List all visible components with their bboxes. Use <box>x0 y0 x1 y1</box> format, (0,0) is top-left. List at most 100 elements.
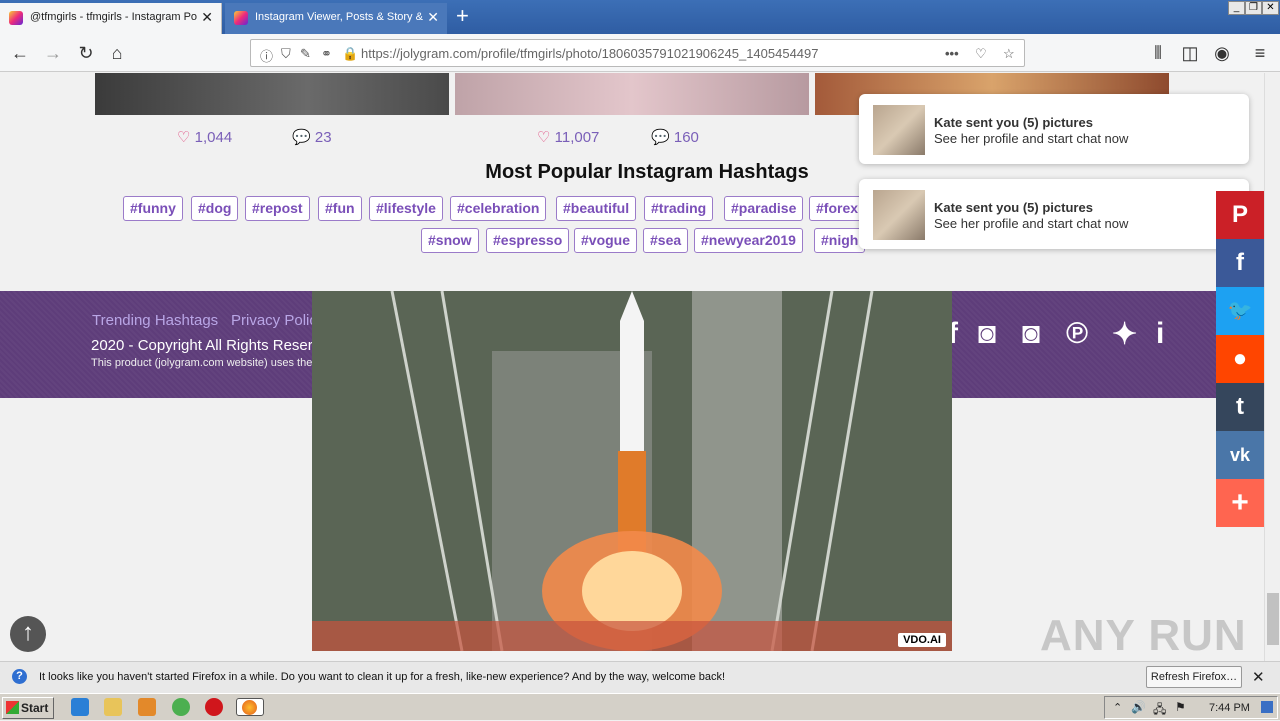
close-infobar-icon[interactable]: ✕ <box>1252 668 1265 686</box>
share-facebook-button[interactable]: f <box>1216 239 1264 287</box>
media-player-icon[interactable] <box>138 698 156 716</box>
system-tray: ⌃ 🔊 🖧 ⚑ 7:44 PM <box>1104 696 1278 719</box>
post-comments: 💬 160 <box>651 129 699 146</box>
windows-taskbar: Start ⌃ 🔊 🖧 ⚑ 7:44 PM <box>0 693 1280 720</box>
close-tab-icon[interactable]: ✕ <box>427 3 439 32</box>
scroll-to-top-button[interactable]: ↑ <box>10 616 46 652</box>
close-tab-icon[interactable]: ✕ <box>201 3 213 32</box>
notification-popup[interactable]: Kate sent you (5) pictures See her profi… <box>859 94 1249 164</box>
page-scrollbar[interactable] <box>1264 73 1280 661</box>
hashtag-link[interactable]: #lifestyle <box>369 196 443 221</box>
share-reddit-button[interactable]: ● <box>1216 335 1264 383</box>
trending-hashtags-link[interactable]: Trending Hashtags <box>92 312 218 329</box>
hashtag-link[interactable]: #repost <box>245 196 310 221</box>
rocket-launch-video-frame <box>312 291 952 651</box>
firefox-icon <box>242 700 257 715</box>
permissions-icon[interactable]: ✎ <box>300 46 311 62</box>
notification-avatar <box>873 190 925 240</box>
minimize-button[interactable]: _ <box>1228 1 1245 15</box>
notification-text: See her profile and start chat now <box>934 131 1129 146</box>
link-icon[interactable]: ⚭ <box>321 46 332 62</box>
hashtag-link[interactable]: #celebration <box>450 196 547 221</box>
show-desktop-icon[interactable] <box>1261 701 1273 713</box>
reddit-icon: ● <box>1232 345 1248 372</box>
page-actions-icon[interactable]: ••• <box>945 46 959 61</box>
heart-icon: ♡ <box>177 129 191 146</box>
question-icon: ? <box>12 669 27 684</box>
hashtag-link[interactable]: #fun <box>318 196 362 221</box>
network-icon[interactable]: 🖧 <box>1153 700 1166 721</box>
hashtag-link[interactable]: #snow <box>421 228 479 253</box>
url-bar[interactable]: ⓘ ⛉ ✎ ⚭ 🔒 https://jolygram.com/profile/t… <box>250 39 1025 67</box>
library-icon[interactable]: ⫴ <box>1146 42 1170 64</box>
pinterest-icon[interactable]: ℗ <box>1066 317 1088 351</box>
tray-expand-icon[interactable]: ⌃ <box>1113 701 1122 714</box>
vk-icon: vk <box>1229 445 1251 465</box>
hashtag-link[interactable]: #vogue <box>574 228 638 253</box>
share-tumblr-button[interactable]: t <box>1216 383 1264 431</box>
product-note: This product (jolygram.com website) uses… <box>91 357 313 369</box>
hashtag-link[interactable]: #beautiful <box>556 196 637 221</box>
account-icon[interactable]: ◉ <box>1210 42 1234 64</box>
scrollbar-thumb[interactable] <box>1267 593 1279 645</box>
instagram-icon[interactable]: ◙ <box>1022 317 1040 351</box>
chrome-icon[interactable] <box>172 698 190 716</box>
infobar-message: It looks like you haven't started Firefo… <box>39 671 726 683</box>
hashtag-link[interactable]: #forex <box>809 196 866 221</box>
pocket-icon[interactable]: ♡ <box>975 46 987 62</box>
volume-icon[interactable]: 🔊 <box>1131 700 1146 714</box>
share-pinterest-button[interactable]: P <box>1216 191 1264 239</box>
hashtag-link[interactable]: #nigh <box>814 228 866 253</box>
post-image[interactable] <box>455 73 809 115</box>
twitter-icon[interactable]: ✦ <box>1112 317 1137 352</box>
start-button[interactable]: Start <box>2 697 54 719</box>
back-icon[interactable]: ← <box>8 42 32 64</box>
new-tab-button[interactable]: + <box>456 4 469 28</box>
tab-instagram-viewer[interactable]: Instagram Viewer, Posts & Story & ✕ <box>225 3 447 34</box>
info-icon[interactable]: ⓘ <box>260 46 273 65</box>
tab-title: @tfmgirls - tfmgirls - Instagram Po <box>30 11 198 23</box>
hashtag-link[interactable]: #espresso <box>486 228 570 253</box>
sidebar-icon[interactable]: ◫ <box>1178 42 1202 64</box>
forward-icon[interactable]: → <box>41 42 65 64</box>
hashtag-link[interactable]: #trading <box>644 196 714 221</box>
reload-icon[interactable]: ↻ <box>74 42 98 64</box>
share-vk-button[interactable]: vk <box>1216 431 1264 479</box>
video-ad-player[interactable]: VDO.AI <box>312 291 952 651</box>
hashtag-link[interactable]: #newyear2019 <box>694 228 803 253</box>
shield-icon[interactable]: ⛉ <box>281 46 291 62</box>
tab-strip: @tfmgirls - tfmgirls - Instagram Po ✕ In… <box>0 0 1280 34</box>
menu-icon[interactable]: ≡ <box>1248 42 1272 64</box>
privacy-policy-link[interactable]: Privacy Polic <box>231 312 317 329</box>
tab-tfmgirls[interactable]: @tfmgirls - tfmgirls - Instagram Po ✕ <box>0 3 222 34</box>
hashtag-link[interactable]: #paradise <box>724 196 804 221</box>
post-comments: 💬 23 <box>292 129 332 146</box>
explorer-icon[interactable] <box>104 698 122 716</box>
maximize-button[interactable]: ❐ <box>1245 1 1262 15</box>
hashtag-link[interactable]: #dog <box>191 196 239 221</box>
home-icon[interactable]: ⌂ <box>105 42 129 64</box>
close-window-button[interactable]: ✕ <box>1262 1 1279 15</box>
info-icon[interactable]: i <box>1156 317 1164 351</box>
anyrun-watermark: ANY RUN <box>1040 611 1247 660</box>
firefox-taskbar-button[interactable] <box>236 698 264 716</box>
flag-icon[interactable]: ⚑ <box>1175 700 1186 714</box>
bookmark-star-icon[interactable]: ☆ <box>1003 46 1015 62</box>
notification-popup[interactable]: Kate sent you (5) pictures See her profi… <box>859 179 1249 249</box>
clock[interactable]: 7:44 PM <box>1209 702 1250 714</box>
instagram-icon[interactable]: ◙ <box>978 317 996 351</box>
hashtag-link[interactable]: #funny <box>123 196 183 221</box>
vdo-ai-badge[interactable]: VDO.AI <box>898 633 946 647</box>
refresh-firefox-button[interactable]: Refresh Firefox… <box>1146 666 1242 688</box>
lock-icon[interactable]: 🔒 <box>342 46 358 62</box>
comment-icon: 💬 <box>651 129 670 146</box>
opera-icon[interactable] <box>205 698 223 716</box>
share-more-button[interactable]: + <box>1216 479 1264 527</box>
post-image[interactable] <box>95 73 449 115</box>
url-text[interactable]: https://jolygram.com/profile/tfmgirls/ph… <box>361 46 819 61</box>
post-likes: ♡ 11,007 <box>537 129 600 146</box>
hashtag-link[interactable]: #sea <box>643 228 689 253</box>
pinterest-icon: P <box>1231 201 1248 228</box>
ie-icon[interactable] <box>71 698 89 716</box>
share-twitter-button[interactable]: 🐦 <box>1216 287 1264 335</box>
